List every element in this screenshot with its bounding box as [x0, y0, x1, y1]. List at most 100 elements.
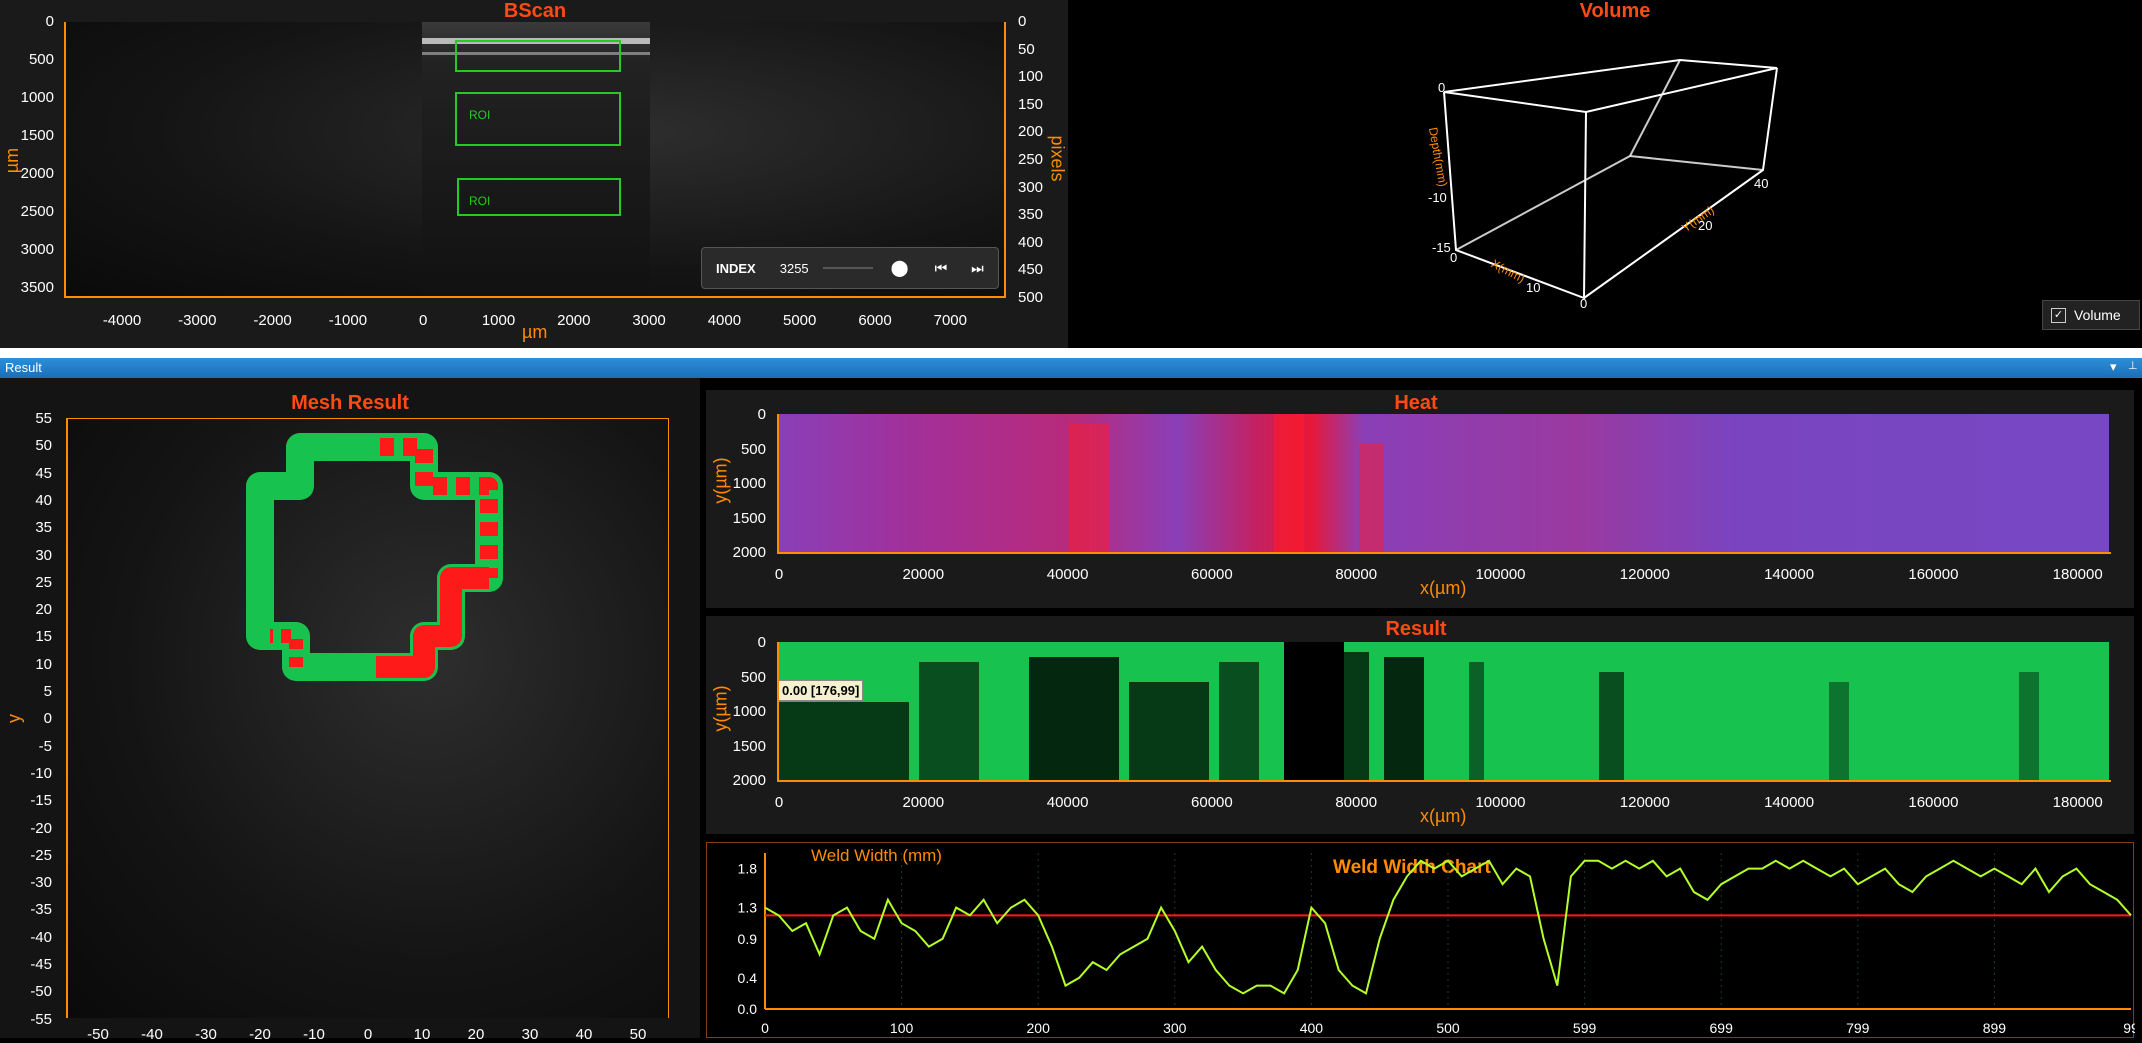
heat-ticks-x: 60000	[1191, 566, 1233, 583]
roi-box-1[interactable]	[455, 40, 621, 72]
bscan-left-tick: 2000	[20, 165, 54, 182]
heat-map[interactable]	[779, 414, 2109, 552]
bscan-bottom-tick: -2000	[253, 312, 292, 329]
heat-ticks-x: 160000	[1908, 566, 1959, 583]
volume-tick: -15	[1432, 240, 1451, 255]
bscan-bottom-tick: 1000	[481, 312, 516, 329]
result-header-title: Result	[5, 360, 42, 375]
result-header[interactable]: Result ▾ ⊥	[0, 358, 2142, 378]
result-chart-title: Result	[1385, 618, 1447, 640]
weld-y-tick: 0.0	[738, 1001, 758, 1017]
mesh-weld-shape[interactable]	[0, 378, 700, 1038]
result-ticks-x: 160000	[1908, 794, 1959, 811]
dropdown-icon[interactable]: ▾	[2110, 359, 2117, 375]
index-value-input[interactable]: 3255	[780, 261, 809, 276]
heat-ticks-x: 120000	[1619, 566, 1670, 583]
result-x-axis-label: x(µm)	[1420, 806, 1467, 826]
bscan-right-tick: 250	[1018, 151, 1044, 168]
bscan-right-tick: 450	[1018, 261, 1044, 279]
volume-panel: Volume 0 -10 -15 0 10 0 20 40 X(mm) Y(mm…	[1080, 0, 2142, 348]
bscan-right-tick: 100	[1018, 68, 1044, 86]
result-ticks-x: 80000	[1335, 794, 1378, 811]
volume-tick: 40	[1754, 176, 1769, 191]
skip-first-icon[interactable]: ⏮	[935, 260, 948, 277]
bscan-title: BScan	[503, 0, 567, 22]
result-ticks-y: 500	[740, 668, 766, 686]
heat-ticks-y: 1500	[732, 509, 766, 527]
result-map[interactable]	[779, 642, 2109, 780]
weld-width-chart[interactable]: 1.8 1.3 0.9 0.4 0.00 100 200 300 400 500 599 699 799…	[707, 843, 2135, 1039]
bscan-right-axis-label: pixels	[1047, 135, 1068, 182]
weld-width-panel: Weld Width Chart Weld Width (mm) 1.8 1.3 0…	[706, 842, 2135, 1039]
bscan-right-tick: 300	[1018, 178, 1044, 196]
heat-ticks-y: 1000	[732, 475, 766, 492]
weld-y-tick: 0.9	[738, 931, 758, 947]
mesh-panel: Mesh Result 55 50 45 40 35 30 25 20 15 10 5 0 -5 -10-…	[0, 378, 700, 1043]
result-left-axis	[777, 642, 779, 782]
result-ticks-x: 40000	[1046, 794, 1089, 811]
result-ticks-y: 2000	[732, 772, 766, 789]
result-ticks-x: 120000	[1619, 794, 1670, 811]
weld-x-tick: 200	[1027, 1020, 1051, 1036]
weld-x-tick: 100	[890, 1020, 914, 1036]
bscan-bottom-axis	[64, 296, 1006, 298]
bscan-bottom-tick: 5000	[783, 312, 817, 329]
result-tooltip: 0.00 [176,99]	[778, 680, 864, 701]
weld-y-tick: 1.3	[738, 900, 758, 916]
result-ticks-x: 180000	[2052, 794, 2103, 811]
bscan-panel: BScan ROI ROI 0 500 1000 1500 2000 2500 3000 35…	[0, 0, 1068, 348]
volume-tick: -10	[1428, 190, 1447, 205]
skip-last-icon[interactable]: ⏭	[971, 260, 984, 277]
location-pin-icon[interactable]: ⬤	[891, 258, 909, 278]
index-label: INDEX	[716, 260, 756, 276]
weld-y-tick: 0.4	[738, 970, 758, 986]
bscan-bottom-tick: 3000	[632, 312, 666, 329]
roi-label: ROI	[469, 194, 491, 208]
bscan-bottom-tick: -1000	[328, 312, 368, 329]
volume-checkbox[interactable]: ✓ Volume	[2042, 300, 2140, 330]
bscan-right-tick: 350	[1018, 206, 1044, 224]
bscan-bottom-tick: 7000	[933, 312, 967, 329]
bscan-right-tick: 150	[1018, 95, 1044, 113]
bscan-left-tick: 2500	[20, 203, 54, 220]
roi-box-3[interactable]: ROI	[457, 178, 621, 216]
pin-icon[interactable]: ⊥	[2128, 359, 2138, 372]
weld-x-tick: 899	[1983, 1020, 2007, 1036]
index-toolbar: INDEX 3255 ⬤ ⏮ ⏭	[701, 247, 999, 289]
bscan-left-tick: 1500	[20, 127, 54, 144]
heat-ticks-y: 0	[757, 406, 766, 423]
bscan-left-tick: 3000	[20, 241, 54, 258]
bscan-right-tick: 0	[1018, 13, 1027, 30]
bscan-left-axis	[64, 22, 66, 298]
heat-ticks-x: 20000	[902, 566, 945, 583]
volume-wireframe[interactable]	[1080, 0, 2142, 348]
result-y-axis-label: y(µm)	[710, 685, 731, 732]
result-ticks-y: 1000	[732, 703, 766, 720]
weld-x-tick: 400	[1300, 1020, 1324, 1036]
weld-x-tick: 699	[1710, 1020, 1734, 1036]
bscan-left-tick: 1000	[20, 89, 54, 106]
heat-ticks-x: 100000	[1475, 566, 1526, 583]
roi-box-2[interactable]: ROI	[455, 92, 621, 146]
volume-checkbox-label: Volume	[2074, 307, 2121, 323]
index-slider[interactable]	[822, 267, 873, 269]
bscan-right-tick: 500	[1018, 289, 1044, 306]
result-ticks-x: 100000	[1475, 794, 1526, 811]
result-ticks-x: 140000	[1764, 794, 1815, 811]
heat-title: Heat	[1394, 392, 1438, 414]
result-bottom-axis	[777, 780, 2111, 782]
weld-x-tick: 500	[1436, 1020, 1460, 1036]
heat-ticks-y: 2000	[732, 544, 766, 561]
volume-tick: 0	[1580, 296, 1588, 311]
bscan-left-tick: 3500	[20, 279, 54, 296]
bscan-bottom-tick: 4000	[707, 312, 742, 329]
heat-ticks-x: 140000	[1764, 566, 1815, 583]
volume-tick: 0	[1450, 250, 1458, 265]
bscan-left-tick: 0	[45, 13, 54, 30]
bscan-left-axis-label: µm	[2, 147, 23, 174]
heat-ticks-x: 40000	[1046, 566, 1089, 583]
bscan-bottom-tick: -3000	[178, 312, 217, 329]
result-ticks-x: 20000	[902, 794, 945, 811]
bscan-bottom-tick: -4000	[102, 312, 142, 329]
bscan-right-tick: 50	[1018, 40, 1035, 58]
